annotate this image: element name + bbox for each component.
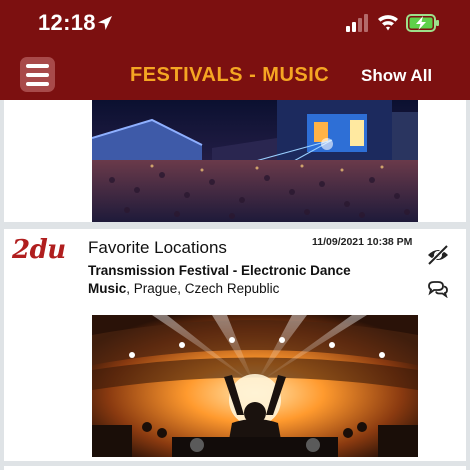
wifi-icon [378,15,398,31]
menu-icon [26,63,49,68]
status-bar: 12:18 [0,0,470,48]
comments-icon[interactable] [427,280,449,298]
status-time: 12:18 [38,10,96,35]
cellular-signal-icon [346,14,368,32]
location-arrow-icon [98,16,112,30]
battery-charging-icon [406,14,439,32]
post-photo[interactable] [92,315,418,457]
menu-button[interactable] [20,57,55,92]
app-screen: 12:18 FESTIVALS - MUSIC Show All 2du Fav… [0,0,470,470]
post-description[interactable]: Transmission Festival - Electronic Dance… [88,262,388,298]
app-logo: 2du [12,235,66,265]
post-title[interactable]: Favorite Locations [88,238,227,258]
post-location: , Prague, Czech Republic [126,281,280,296]
app-header: 12:18 FESTIVALS - MUSIC Show All [0,0,470,100]
show-all-button[interactable]: Show All [361,66,432,86]
hide-eye-icon[interactable] [426,244,450,266]
page-title: FESTIVALS - MUSIC [130,64,330,86]
post-timestamp: 11/09/2021 10:38 PM [312,236,413,248]
previous-post-photo[interactable] [92,100,418,222]
next-post-card[interactable] [4,466,466,470]
nav-bar: FESTIVALS - MUSIC Show All [0,50,470,100]
